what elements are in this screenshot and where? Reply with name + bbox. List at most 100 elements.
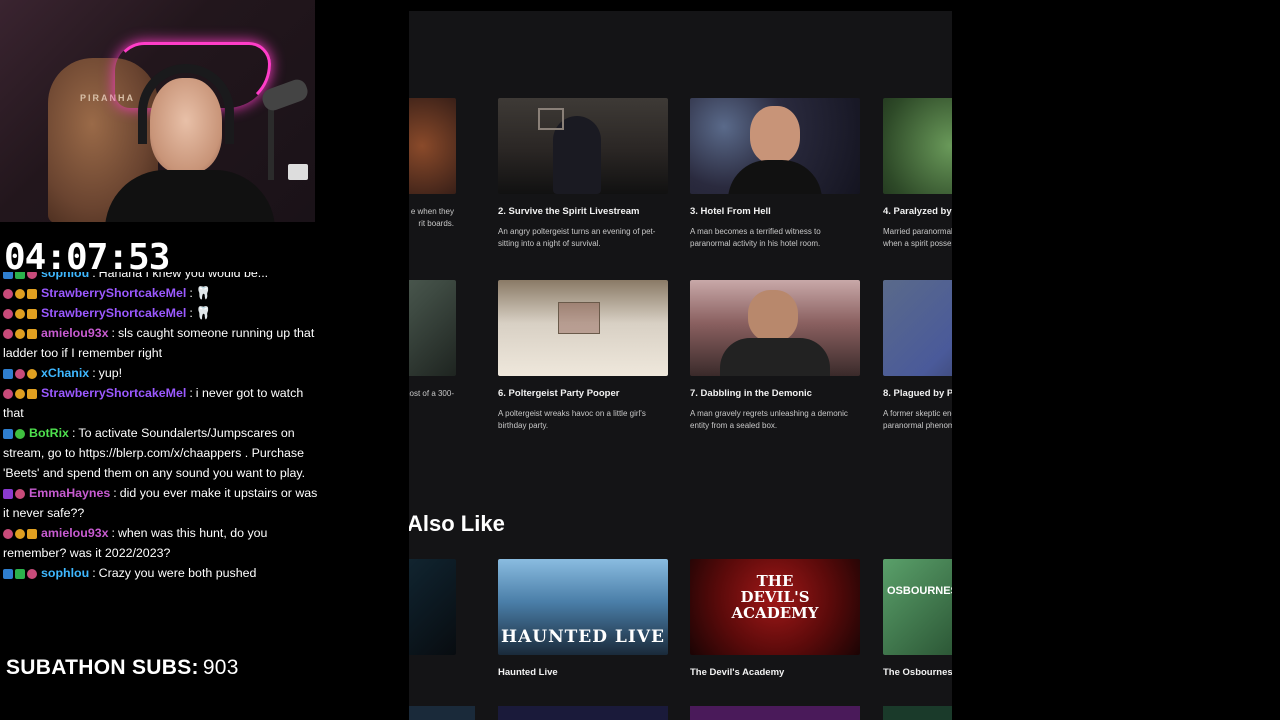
episode-thumbnail[interactable] (883, 280, 952, 376)
show-title[interactable]: Haunted Live (498, 667, 668, 678)
streaming-site-panel: e when they rit boards. 2. Survive the S… (409, 11, 952, 720)
chat-separator: : (111, 326, 115, 340)
episode-description: A man becomes a terrified witness to par… (690, 227, 821, 248)
episode-title[interactable]: 6. Poltergeist Party Pooper (498, 388, 668, 399)
episode-card[interactable]: 3. Hotel From Hell A man becomes a terri… (690, 98, 860, 250)
user-badges (3, 569, 37, 579)
chat-message: StrawberryShortcakeMel: 🦷 (0, 283, 330, 303)
show-title[interactable]: The Osbournes Want to Believe (883, 667, 952, 678)
chat-username[interactable]: sophlou (41, 272, 89, 280)
sub-badge-icon (27, 272, 37, 279)
episode-card[interactable]: 7. Dabbling in the Demonic A man gravely… (690, 280, 860, 432)
gift-badge-icon (27, 529, 37, 539)
episode-thumbnail[interactable] (690, 98, 860, 194)
chat-text: Hahaha I knew you would be... (98, 272, 269, 280)
episode-thumbnail[interactable] (690, 280, 860, 376)
subathon-count: 903 (202, 656, 239, 679)
episode-card[interactable]: 6. Poltergeist Party Pooper A poltergeis… (498, 280, 668, 432)
chat-text: 🦷 (195, 306, 212, 320)
episode-card[interactable]: 8. Plagued by Paranormal A former skepti… (883, 280, 952, 432)
user-badges (3, 369, 37, 379)
chat-username[interactable]: xChanix (41, 366, 89, 380)
sub-badge-icon (27, 569, 37, 579)
one-badge-icon (15, 309, 25, 319)
chat-separator: : (92, 366, 96, 380)
show-card[interactable] (409, 559, 456, 655)
sub-badge-icon (3, 289, 13, 299)
chat-username[interactable]: StrawberryShortcakeMel (41, 306, 186, 320)
sub-badge-icon (3, 529, 13, 539)
episode-title[interactable]: 2. Survive the Spirit Livestream (498, 206, 668, 217)
chat-username[interactable]: sophlou (41, 566, 89, 580)
episode-description: An angry poltergeist turns an evening of… (498, 227, 656, 248)
show-title[interactable]: The Devil's Academy (690, 667, 860, 678)
vip-badge-icon (3, 489, 13, 499)
chat-text: Crazy you were both pushed (98, 566, 257, 580)
episode-title[interactable]: 8. Plagued by Paranormal (883, 388, 952, 399)
chat-separator: : (71, 426, 76, 440)
partial-thumbnail[interactable] (690, 706, 860, 720)
user-badges (3, 389, 37, 399)
chat-separator: : (113, 486, 117, 500)
episode-thumbnail[interactable] (498, 98, 668, 194)
show-card[interactable]: HAUNTED LIVE Haunted Live (498, 559, 668, 678)
partial-thumbnail[interactable] (409, 706, 475, 720)
subathon-label: SUBATHON SUBS: (6, 656, 199, 679)
episode-title[interactable]: 7. Dabbling in the Demonic (690, 388, 860, 399)
episode-row-2: ghost of a 300- 6. Poltergeist Party Poo… (409, 280, 952, 440)
chat-message: StrawberryShortcakeMel: i never got to wa… (0, 383, 330, 423)
one-badge-icon (15, 329, 25, 339)
mod-badge-icon (3, 429, 13, 439)
user-badges (3, 309, 37, 319)
gift-badge-icon (27, 289, 37, 299)
show-thumbnail[interactable]: OSBOURNES (883, 559, 952, 655)
user-badges (3, 489, 25, 499)
one-badge-icon (27, 369, 37, 379)
chat-separator: : (92, 272, 96, 280)
user-badges (3, 289, 37, 299)
mic-arm (268, 100, 274, 180)
chat-separator: : (189, 286, 193, 300)
episode-thumbnail[interactable] (409, 280, 456, 376)
sub-badge-icon (15, 489, 25, 499)
episode-thumbnail[interactable] (883, 98, 952, 194)
chat-separator: : (92, 566, 96, 580)
show-card[interactable]: OSBOURNES The Osbournes Want to Believe (883, 559, 952, 678)
episode-title[interactable]: 4. Paralyzed by Fear (883, 206, 952, 217)
one-badge-icon (15, 529, 25, 539)
gift-badge-icon (27, 309, 37, 319)
prime-badge-icon (15, 272, 25, 279)
episode-description: A poltergeist wreaks havoc on a little g… (498, 409, 646, 430)
chat-username[interactable]: BotRix (29, 426, 69, 440)
user-badges (3, 529, 37, 539)
streamer-face (150, 78, 222, 173)
partial-thumbnail[interactable] (883, 706, 952, 720)
chat-username[interactable]: StrawberryShortcakeMel (41, 286, 186, 300)
episode-description: ghost of a 300- (409, 389, 454, 398)
also-like-row: HAUNTED LIVE Haunted Live THE DEVIL'S AC… (409, 559, 952, 719)
show-thumbnail[interactable] (409, 559, 456, 655)
episode-description: A former skeptic encounters terrifying p… (883, 409, 952, 430)
show-card[interactable]: THE DEVIL'S ACADEMY The Devil's Academy (690, 559, 860, 678)
episode-title[interactable]: 3. Hotel From Hell (690, 206, 860, 217)
show-thumbnail[interactable]: HAUNTED LIVE (498, 559, 668, 655)
chat-message: BotRix: To activate Soundalerts/Jumpscare… (0, 423, 330, 483)
episode-card[interactable]: 4. Paralyzed by Fear Married paranormal … (883, 98, 952, 250)
one-badge-icon (15, 289, 25, 299)
chat-username[interactable]: StrawberryShortcakeMel (41, 386, 186, 400)
episode-thumbnail[interactable] (498, 280, 668, 376)
chat-username[interactable]: amielou93x (41, 326, 109, 340)
episode-card[interactable]: e when they rit boards. (409, 98, 456, 230)
show-thumbnail[interactable]: THE DEVIL'S ACADEMY (690, 559, 860, 655)
episode-row-1: e when they rit boards. 2. Survive the S… (409, 98, 952, 258)
chat-username[interactable]: amielou93x (41, 526, 109, 540)
chat-text: 🦷 (195, 286, 212, 300)
partial-thumbnail[interactable] (498, 706, 668, 720)
episode-thumbnail[interactable] (409, 98, 456, 194)
user-badges (3, 329, 37, 339)
episode-card[interactable]: ghost of a 300- (409, 280, 456, 400)
section-title: Also Like (409, 511, 505, 536)
gift-badge-icon (27, 389, 37, 399)
episode-card[interactable]: 2. Survive the Spirit Livestream An angr… (498, 98, 668, 250)
chat-username[interactable]: EmmaHaynes (29, 486, 110, 500)
